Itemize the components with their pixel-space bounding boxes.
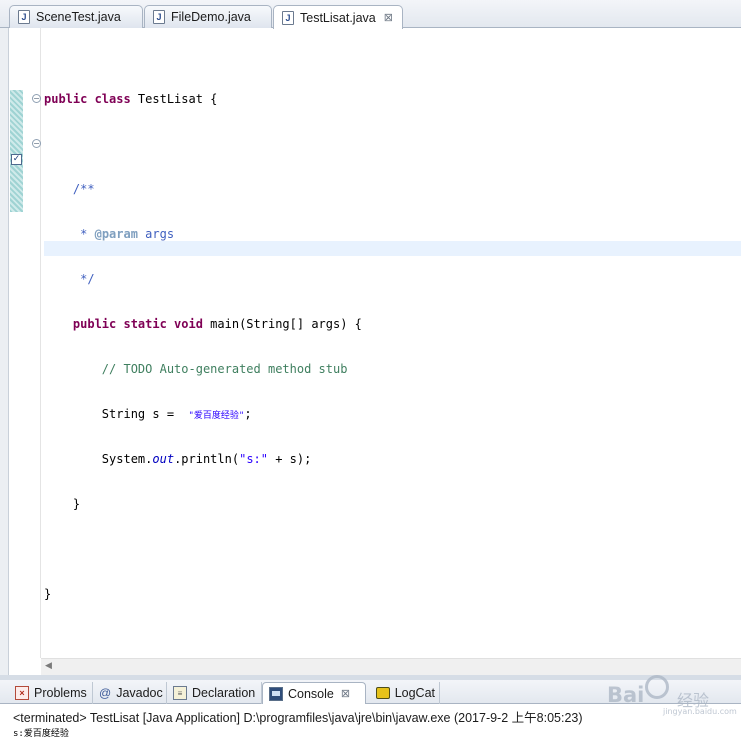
tab-logcat[interactable]: LogCat (370, 682, 440, 704)
problems-icon: × (15, 686, 29, 700)
code-line: } (44, 587, 362, 602)
code-line: System.out.println("s:" + s); (44, 452, 362, 467)
tab-label: Javadoc (116, 686, 163, 700)
code-text: + s); (268, 452, 312, 466)
string-literal: "爱百度经验" (188, 411, 245, 421)
javadoc-tag: @param (94, 227, 138, 241)
code-line: } (44, 497, 362, 512)
code-text: System. (101, 452, 153, 466)
static-field: out (152, 452, 175, 466)
task-checkmark-icon[interactable]: ✓ (11, 154, 22, 165)
code-text: ; (244, 407, 252, 421)
watermark-url: jingyan.baidu.com (663, 707, 737, 716)
javadoc-comment: */ (72, 272, 95, 286)
code-text: TestLisat { (130, 92, 218, 106)
tab-label: SceneTest.java (36, 10, 121, 24)
tab-label: LogCat (394, 686, 435, 700)
code-line: /** (44, 182, 362, 197)
close-tab-icon[interactable]: ⊠ (384, 11, 393, 24)
tab-problems[interactable]: × Problems (9, 682, 93, 704)
string-literal: "s:" (239, 452, 268, 466)
javadoc-at-icon: @ (99, 686, 112, 700)
editor-left-border (0, 28, 9, 675)
tab-label: FileDemo.java (171, 10, 251, 24)
logcat-icon (376, 687, 390, 699)
javadoc-comment: /** (72, 182, 95, 196)
tab-console[interactable]: Console ⊠ (262, 682, 366, 704)
watermark-brand: Bai (607, 683, 645, 707)
code-text: .println( (174, 452, 240, 466)
javadoc-comment: * (72, 227, 95, 241)
javadoc-comment: args (137, 227, 175, 241)
code-text: main(String[] args) { (202, 317, 362, 331)
code-line: * @param args (44, 227, 362, 242)
code-line: */ (44, 272, 362, 287)
code-text: } (72, 497, 81, 511)
tab-label: Console (288, 686, 334, 701)
code-line: // TODO Auto-generated method stub (44, 362, 362, 377)
code-editor[interactable]: − − ✓ public class TestLisat { /** * @pa… (0, 28, 741, 675)
keyword: public static void (72, 317, 203, 331)
tab-label: Declaration (192, 686, 256, 700)
tab-declaration[interactable]: ≡ Declaration (167, 682, 262, 704)
console-icon (269, 686, 283, 701)
tab-filedemo[interactable]: J FileDemo.java (144, 5, 272, 28)
source-code[interactable]: public class TestLisat { /** * @param ar… (44, 62, 362, 632)
tab-scenetest[interactable]: J SceneTest.java (9, 5, 143, 28)
java-file-icon: J (18, 10, 30, 24)
java-file-icon: J (282, 10, 294, 25)
tab-label: TestLisat.java (300, 10, 376, 25)
code-line: public class TestLisat { (44, 92, 362, 107)
java-file-icon: J (153, 10, 165, 24)
console-output[interactable]: s:爱百度经验 (13, 726, 69, 739)
tab-testlisat[interactable]: J TestLisat.java ⊠ (273, 5, 403, 29)
code-text: } (44, 587, 52, 601)
console-status-line: <terminated> TestLisat [Java Application… (13, 711, 583, 725)
keyword: public class (44, 92, 131, 106)
tab-label: Problems (34, 686, 87, 700)
close-tab-icon[interactable]: ⊠ (341, 687, 350, 700)
paw-logo-icon (645, 675, 669, 699)
tab-javadoc[interactable]: @ Javadoc (93, 682, 167, 704)
fold-collapse-icon[interactable]: − (32, 94, 41, 103)
quick-diff-marker (10, 90, 23, 212)
fold-collapse-icon[interactable]: − (32, 139, 41, 148)
line-comment: // TODO Auto-generated method stub (101, 362, 348, 376)
editor-tab-bar: J SceneTest.java J FileDemo.java J TestL… (0, 0, 741, 29)
code-line: public static void main(String[] args) { (44, 317, 362, 332)
code-text: String s = (101, 407, 189, 421)
baidu-jingyan-watermark: Bai 经验 jingyan.baidu.com (607, 673, 737, 719)
code-line: String s = "爱百度经验"; (44, 407, 362, 422)
declaration-icon: ≡ (173, 686, 187, 700)
scroll-left-arrow-icon[interactable]: ◀ (45, 661, 52, 671)
